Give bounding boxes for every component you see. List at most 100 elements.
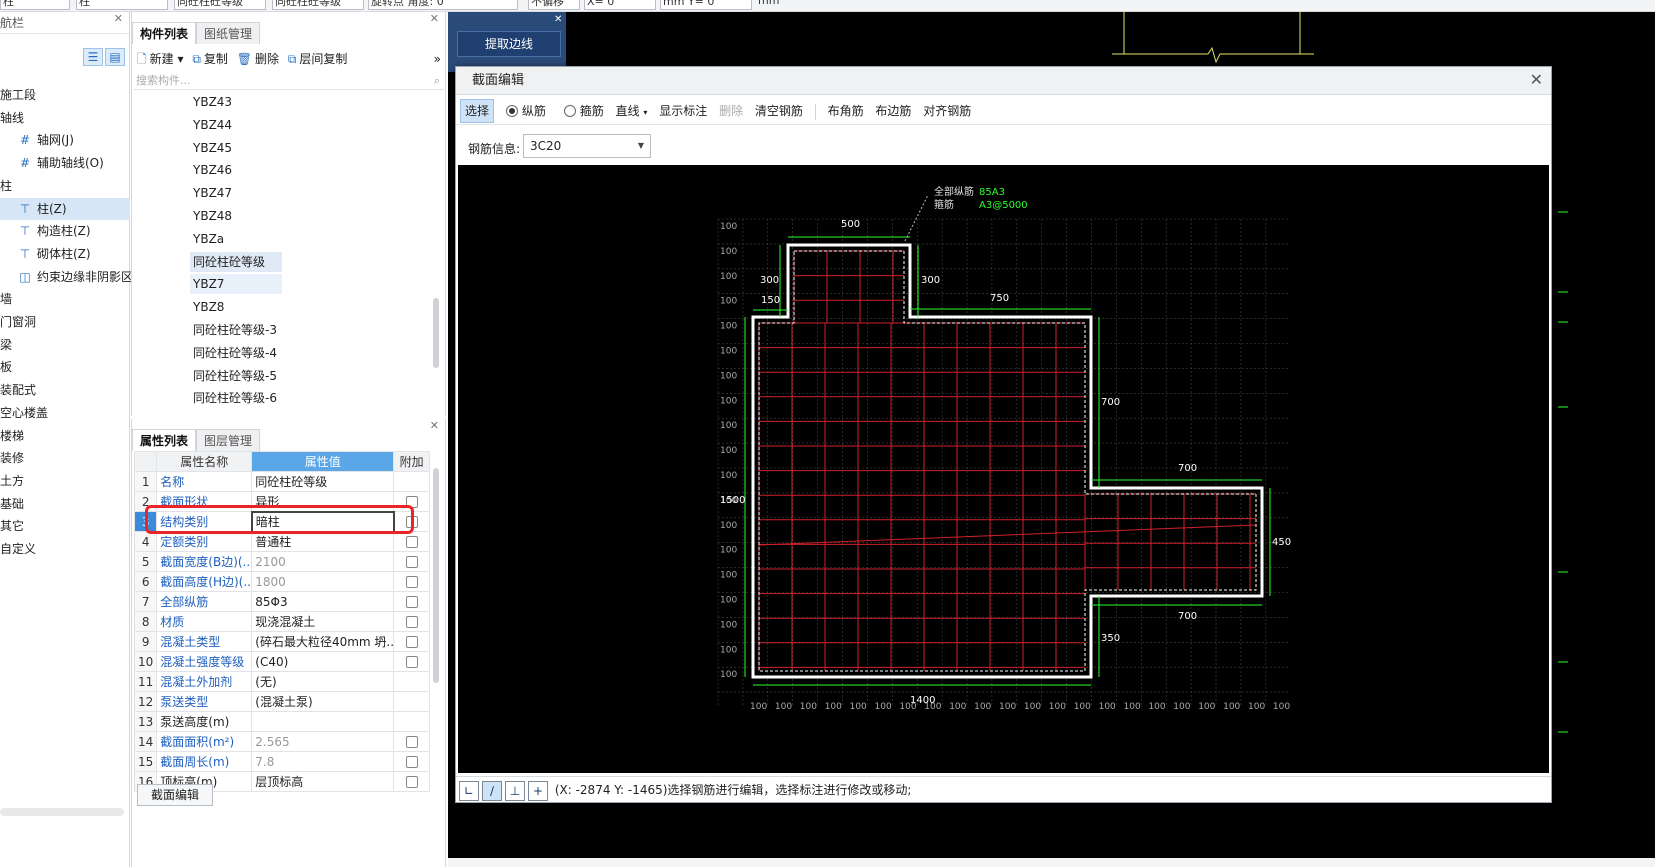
component-list-item[interactable]: YBZ46: [190, 160, 235, 180]
nav-item[interactable]: 装修: [0, 447, 24, 469]
tab-drawing-management[interactable]: 图纸管理: [196, 22, 261, 44]
extra-checkbox[interactable]: [405, 576, 418, 588]
property-row[interactable]: 8 材质 现浇混凝土: [133, 611, 430, 632]
property-row[interactable]: 14 截面面积(m²) 2.565: [133, 731, 430, 752]
component-list-item[interactable]: 同砼柱砼等级-6: [190, 388, 280, 408]
select-tool-button[interactable]: 选择: [460, 99, 495, 123]
property-value[interactable]: (碎石最大粒径40mm 坍...: [251, 631, 395, 652]
offset-y-field[interactable]: mm Y= 0: [660, 0, 752, 10]
component-list-item[interactable]: YBZ8: [190, 297, 227, 317]
property-row[interactable]: 11 混凝土外加剂 (无): [133, 671, 430, 692]
show-dims-button[interactable]: 显示标注: [659, 97, 707, 125]
property-value[interactable]: (无): [251, 671, 395, 692]
nav-item[interactable]: 自定义: [0, 538, 36, 560]
detail-view-icon[interactable]: ▤: [105, 48, 125, 66]
property-value[interactable]: 同砼柱砼等级: [251, 471, 395, 492]
section-canvas[interactable]: 100 100 100 100 100 100 100 100 100 100 100 100 100 1…: [458, 165, 1549, 773]
rebar-info-select[interactable]: 3C20 ▼: [523, 134, 651, 158]
corner-rebar-button[interactable]: 布角筋: [828, 97, 864, 125]
line-dropdown[interactable]: 直线 ▾: [616, 97, 648, 127]
edge-rebar-button[interactable]: 布边筋: [875, 97, 911, 125]
property-value[interactable]: 普通柱: [251, 531, 395, 552]
property-value[interactable]: 2100: [251, 551, 395, 572]
nav-item[interactable]: ⊤ 砌体柱(Z): [18, 243, 91, 265]
nav-item[interactable]: # 轴网(J): [18, 129, 74, 151]
more-icon[interactable]: »: [434, 48, 441, 70]
component-select[interactable]: 同砼柱砼等级: [272, 0, 364, 10]
component-list-item[interactable]: YBZ47: [190, 183, 235, 203]
component-list-item[interactable]: 同砼柱砼等级-4: [190, 343, 280, 363]
pick-edge-button[interactable]: 提取边线: [457, 31, 561, 57]
property-row[interactable]: 5 截面宽度(B边)(... 2100: [133, 551, 430, 572]
property-value[interactable]: 2.565: [251, 731, 395, 752]
extra-checkbox[interactable]: [405, 596, 418, 608]
nav-item[interactable]: 施工段: [0, 84, 36, 106]
property-scrollbar[interactable]: [433, 468, 439, 683]
stirrup-radio[interactable]: 箍筋: [563, 97, 604, 125]
component-list-item[interactable]: 同砼柱砼等级-5: [190, 366, 280, 386]
align-rebar-button[interactable]: 对齐钢筋: [923, 97, 971, 125]
section-edit-button[interactable]: 截面编辑: [137, 784, 213, 806]
nav-item[interactable]: 其它: [0, 515, 24, 537]
nav-item[interactable]: ◫ 约束边缘非阴影区: [18, 266, 133, 288]
offset-x-field[interactable]: X= 0: [584, 0, 656, 10]
component-list-item[interactable]: YBZ44: [190, 115, 235, 135]
property-value[interactable]: [251, 711, 395, 732]
nav-item[interactable]: # 辅助轴线(O): [18, 152, 104, 174]
component-name-select[interactable]: 同砼柱砼等级: [174, 0, 266, 10]
offset-select[interactable]: 不偏移: [528, 0, 580, 10]
floor-copy-button[interactable]: ⧉ 层间复制: [288, 48, 348, 70]
nav-item[interactable]: 土方: [0, 470, 24, 492]
new-button[interactable]: 🗋 新建 ▾: [137, 48, 184, 70]
extra-checkbox[interactable]: [405, 756, 418, 768]
nav-item[interactable]: 楼梯: [0, 425, 24, 447]
extra-checkbox[interactable]: [405, 556, 418, 568]
nav-close-icon[interactable]: ✕: [114, 12, 123, 25]
nav-item[interactable]: 轴线: [0, 107, 24, 129]
component-panel-close-icon[interactable]: ✕: [430, 12, 439, 25]
ortho-icon[interactable]: ∟: [459, 780, 479, 801]
property-value[interactable]: 现浇混凝土: [251, 611, 395, 632]
extra-checkbox[interactable]: [405, 736, 418, 748]
tab-property-list[interactable]: 属性列表: [132, 429, 197, 451]
property-value[interactable]: 7.8: [251, 751, 395, 772]
component-list-item[interactable]: YBZ43: [190, 92, 235, 112]
delete-tool-button[interactable]: 删除: [719, 97, 743, 125]
copy-button[interactable]: ⧉ 复制: [192, 48, 228, 70]
extra-checkbox[interactable]: [405, 636, 418, 648]
longitudinal-radio[interactable]: 纵筋: [505, 97, 546, 125]
extra-checkbox[interactable]: [405, 536, 418, 548]
clear-rebar-button[interactable]: 清空钢筋: [755, 97, 803, 125]
nav-item[interactable]: ⊤ 构造柱(Z): [18, 220, 91, 242]
property-value[interactable]: 1800: [251, 571, 395, 592]
component-type-select[interactable]: 柱: [76, 0, 168, 10]
rotate-angle-field[interactable]: 旋转点 角度: 0: [368, 0, 518, 10]
property-row[interactable]: 13 泵送高度(m): [133, 711, 430, 732]
property-value[interactable]: 85Φ3: [251, 591, 395, 612]
component-list-item[interactable]: YBZ45: [190, 138, 235, 158]
component-list-item[interactable]: YBZa: [190, 229, 227, 249]
nav-item[interactable]: 门窗洞: [0, 311, 36, 333]
nav-item[interactable]: ⊤ 柱(Z): [0, 197, 130, 220]
property-row[interactable]: 10 混凝土强度等级 (C40): [133, 651, 430, 672]
nav-item[interactable]: 板: [0, 356, 12, 378]
component-list-item[interactable]: YBZ7: [190, 274, 282, 295]
component-list-item[interactable]: YBZ48: [190, 206, 235, 226]
property-row[interactable]: 15 截面周长(m) 7.8: [133, 751, 430, 772]
nav-item[interactable]: 基础: [0, 493, 24, 515]
search-icon[interactable]: ⌕: [434, 72, 440, 90]
nav-item[interactable]: 柱: [0, 175, 12, 197]
delete-button[interactable]: 🗑 删除: [237, 48, 279, 70]
perpendicular-icon[interactable]: ⊥: [505, 780, 525, 801]
floor-select[interactable]: 柱: [0, 0, 70, 10]
property-value[interactable]: 层顶标高: [251, 771, 395, 792]
component-search-input[interactable]: 搜索构件... ⌕: [134, 72, 444, 90]
property-value[interactable]: (C40): [251, 651, 395, 672]
nav-item[interactable]: 空心楼盖: [0, 402, 48, 424]
nav-scrollbar[interactable]: [0, 808, 124, 816]
extra-checkbox[interactable]: [405, 656, 418, 668]
dialog-close-icon[interactable]: ✕: [1530, 70, 1543, 89]
nav-item[interactable]: 梁: [0, 334, 12, 356]
polar-icon[interactable]: ∕: [482, 780, 502, 801]
nav-item[interactable]: 墙: [0, 288, 12, 310]
